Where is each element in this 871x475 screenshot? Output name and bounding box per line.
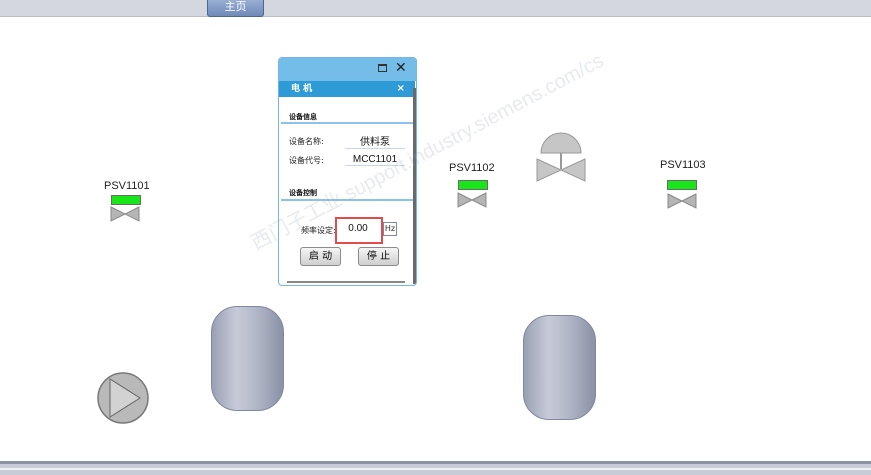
divider [281, 122, 413, 124]
valve-status-indicator [111, 195, 141, 205]
device-name-value: 供料泵 [345, 133, 405, 149]
stop-button[interactable]: 停 止 [358, 247, 399, 266]
tank-1[interactable] [211, 306, 284, 411]
start-button[interactable]: 启 动 [300, 247, 341, 266]
dialog-title: 电 机 [291, 84, 313, 94]
scrollbar[interactable] [413, 88, 416, 284]
dialog-header: 电 机 × [279, 81, 415, 97]
valve-tag: PSV1102 [449, 162, 495, 174]
valve-tag: PSV1103 [660, 159, 706, 171]
device-name-label: 设备名称: [289, 137, 324, 146]
tank-2[interactable] [523, 315, 596, 420]
motor-dialog: ✕ 电 机 × 设备信息 设备名称: 供料泵 设备代号: MCC1101 设备控… [278, 57, 417, 286]
device-code-value: MCC1101 [345, 154, 405, 166]
dialog-bottom-line [287, 281, 405, 283]
section-device-info: 设备信息 [289, 113, 317, 121]
maximize-icon[interactable] [378, 64, 387, 72]
frequency-unit: Hz [383, 222, 397, 236]
valve-status-indicator [458, 180, 488, 190]
valve-status-indicator [667, 180, 697, 190]
close-icon[interactable]: ✕ [395, 60, 407, 76]
header-close-icon[interactable]: × [397, 81, 405, 97]
valve-icon [667, 193, 697, 209]
top-bar: 主页 [0, 0, 871, 17]
section-device-control: 设备控制 [289, 189, 317, 197]
valve-tag: PSV1101 [104, 180, 150, 192]
dialog-titlebar[interactable]: ✕ [279, 58, 416, 81]
divider [281, 199, 413, 201]
valve-icon [110, 206, 140, 222]
home-button[interactable]: 主页 [207, 0, 264, 17]
frequency-input[interactable]: 0.00 [341, 221, 375, 236]
control-valve-icon[interactable] [535, 129, 587, 183]
frequency-label: 频率设定: [301, 226, 336, 235]
device-code-label: 设备代号: [289, 156, 324, 165]
bottom-bar [0, 461, 871, 475]
valve-icon [457, 192, 487, 208]
pump-icon[interactable] [96, 371, 150, 425]
